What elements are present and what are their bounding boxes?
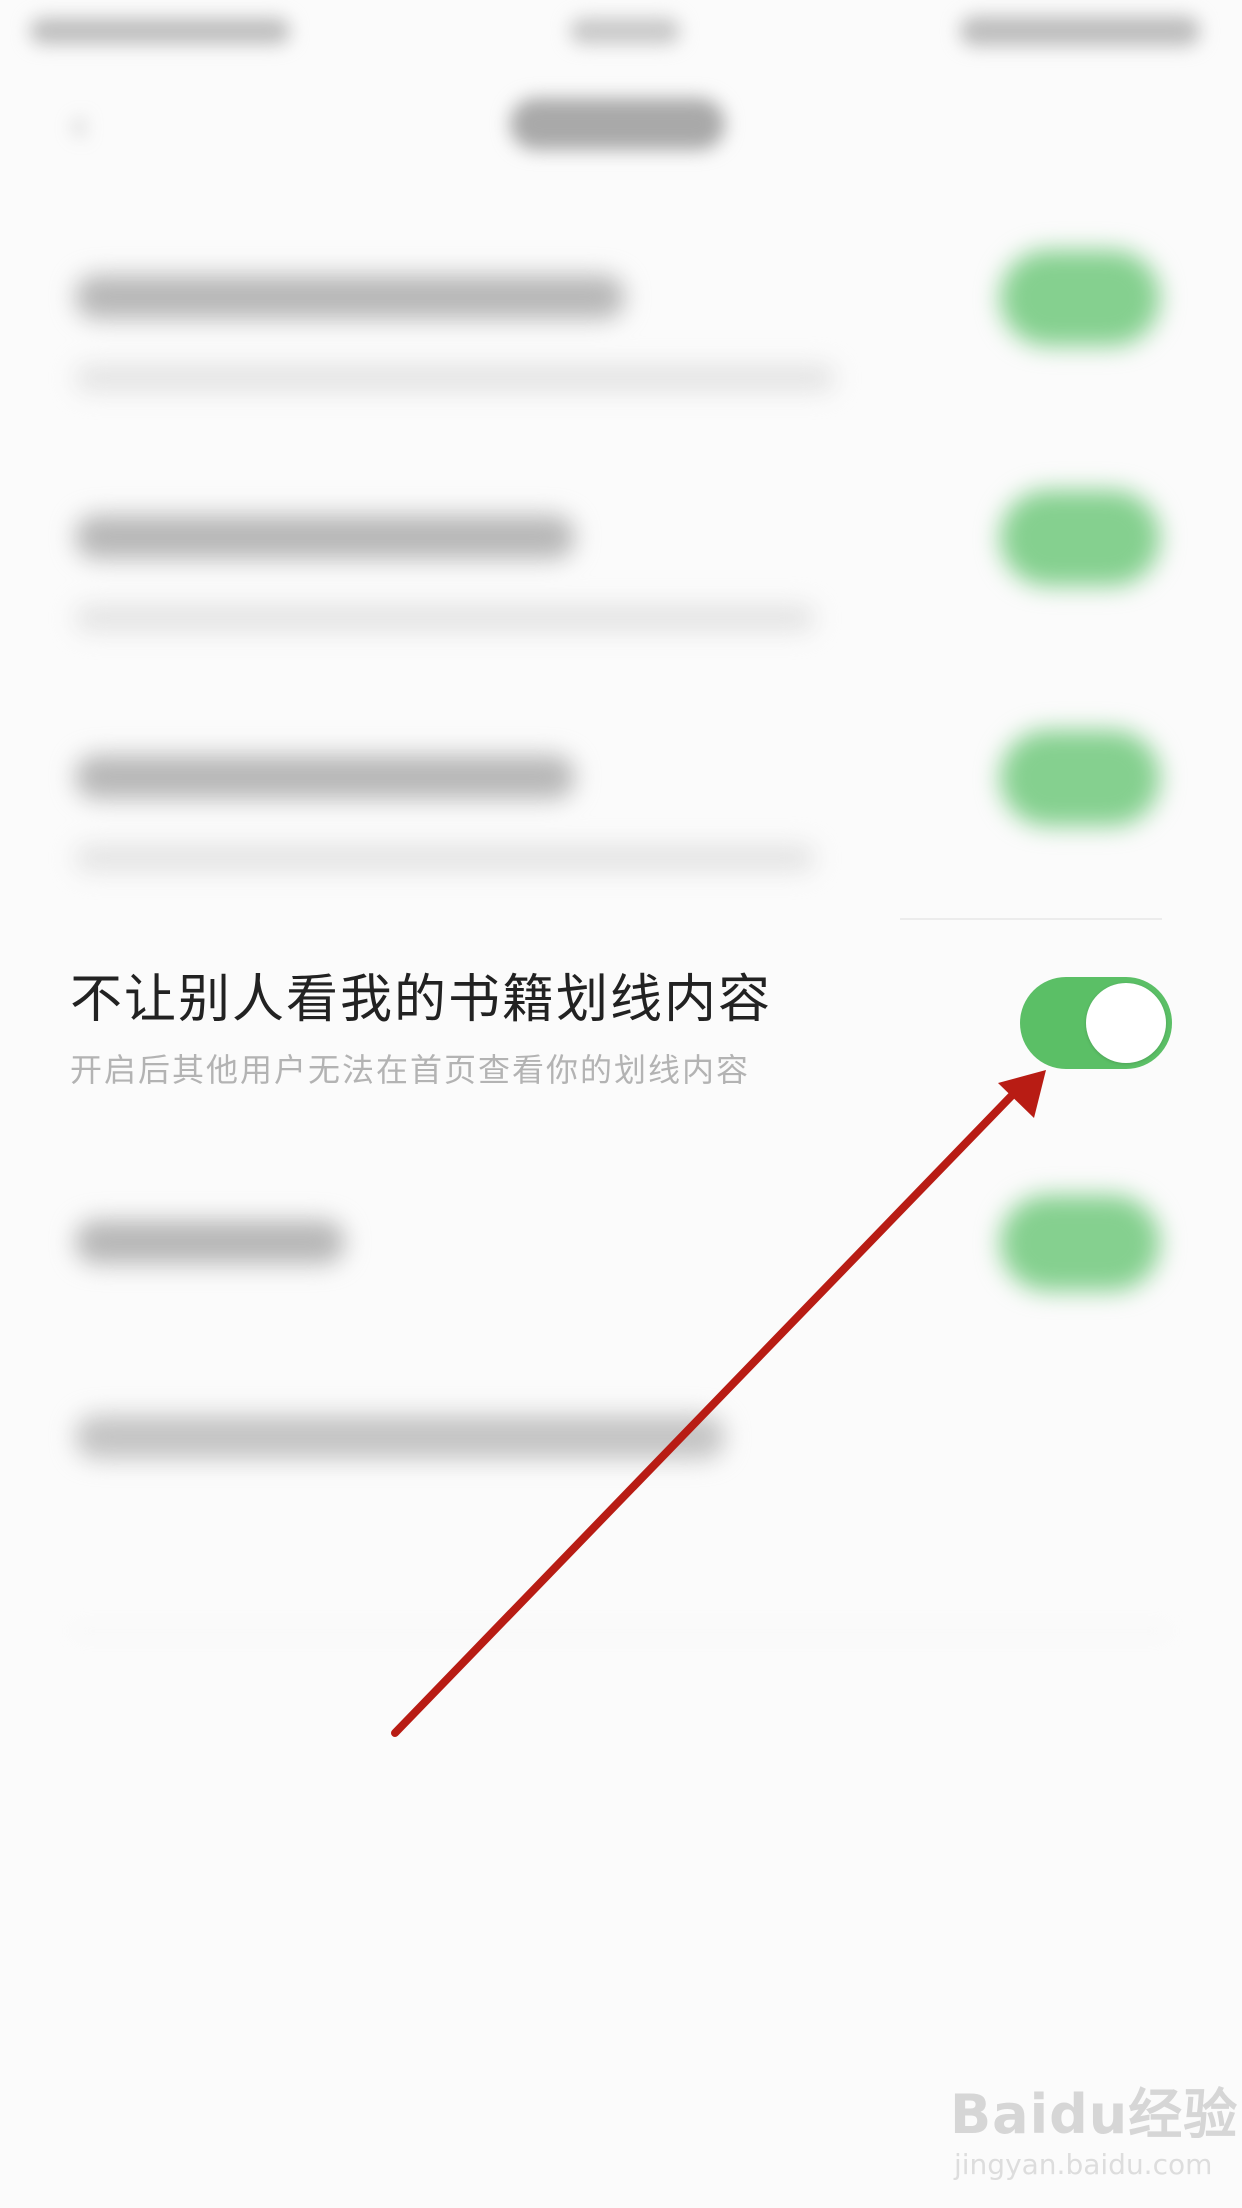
toggle-knob [1086, 983, 1166, 1063]
blurred-toggle[interactable] [1000, 730, 1160, 826]
blurred-toggle[interactable] [1000, 1195, 1160, 1291]
baidu-jingyan-watermark: Baidu经验 jingyan.baidu.com [950, 2070, 1237, 2190]
divider [75, 1630, 1167, 1632]
status-bar-time [570, 18, 680, 44]
setting-description: 开启后其他用户无法在首页查看你的划线内容 [70, 1051, 751, 1089]
nav-title-blurred [510, 98, 725, 150]
status-bar-left [30, 18, 290, 44]
hide-highlights-toggle[interactable] [1020, 977, 1172, 1069]
blurred-toggle[interactable] [1000, 250, 1160, 346]
back-arrow-icon[interactable]: ‹ [70, 100, 100, 150]
blurred-setting-row [0, 490, 1242, 690]
blurred-setting-row [0, 1195, 1242, 1345]
watermark-logo: Baidu经验 [950, 2083, 1239, 2146]
watermark-url: jingyan.baidu.com [954, 2148, 1213, 2181]
blurred-setting-row [0, 730, 1242, 930]
setting-title: 不让别人看我的书籍划线内容 [70, 970, 773, 1030]
divider [900, 918, 1162, 920]
blurred-setting-row [0, 250, 1242, 450]
screen: ‹ 不让别人看我的书籍划线内容 开启后其他用户无法在首页查看你的划线内容 Bai… [0, 0, 1242, 2208]
blurred-toggle[interactable] [1000, 490, 1160, 586]
status-bar-right [960, 16, 1200, 46]
setting-row-hide-highlights: 不让别人看我的书籍划线内容 开启后其他用户无法在首页查看你的划线内容 [0, 955, 1242, 1155]
blurred-setting-row [0, 1395, 1242, 1515]
